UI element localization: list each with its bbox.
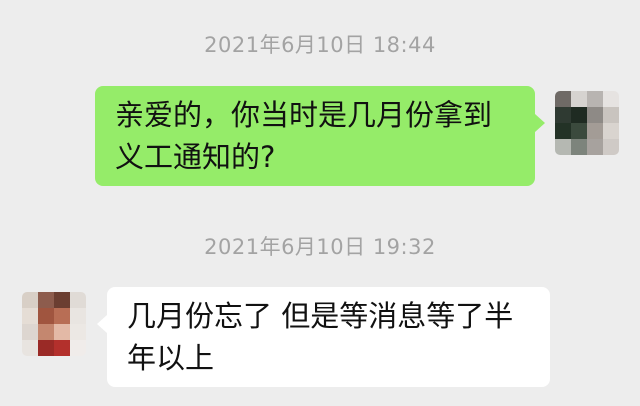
message-timestamp: 2021年6月10日 19:32 bbox=[204, 235, 436, 259]
incoming-message-text: 几月份忘了 但是等消息等了半年以上 bbox=[127, 299, 514, 375]
outgoing-message-bubble[interactable]: 亲爱的，你当时是几月份拿到义工通知的? bbox=[95, 86, 545, 186]
outgoing-message-text: 亲爱的，你当时是几月份拿到义工通知的? bbox=[115, 98, 493, 174]
contact-avatar[interactable] bbox=[22, 292, 86, 356]
chat-conversation: 2021年6月10日 18:44 亲爱的，你当时是几月份拿到义工通知的? 202… bbox=[0, 0, 640, 406]
my-avatar[interactable] bbox=[555, 91, 619, 155]
incoming-message-bubble[interactable]: 几月份忘了 但是等消息等了半年以上 bbox=[97, 287, 550, 387]
message-timestamp: 2021年6月10日 18:44 bbox=[204, 33, 436, 57]
